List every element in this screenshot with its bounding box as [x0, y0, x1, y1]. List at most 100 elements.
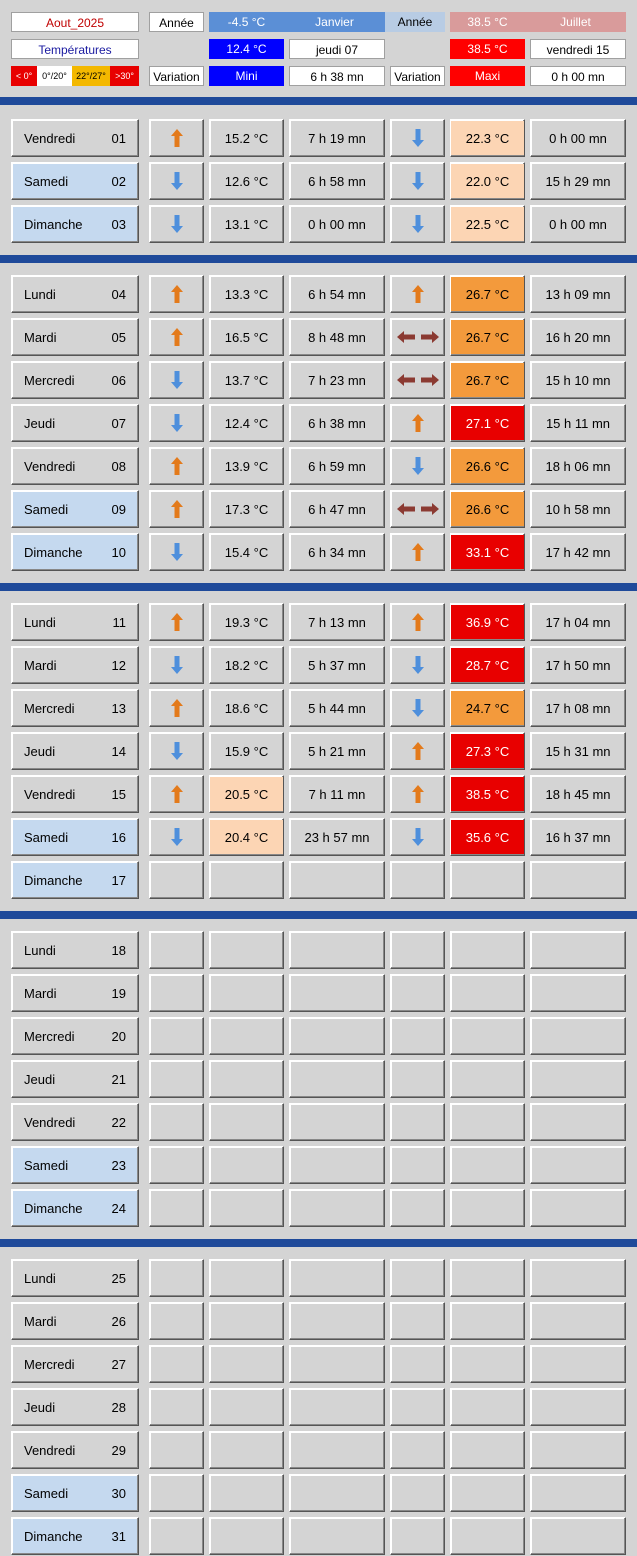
min-temp-cell: 18.2 °C [209, 646, 284, 684]
temp-value: 38.5 °C [451, 777, 524, 811]
min-time-cell: 5 h 44 mn [289, 689, 385, 727]
min-time-cell: 6 h 38 mn [289, 404, 385, 442]
arrow-down-icon [170, 543, 183, 561]
week-separator [0, 255, 637, 263]
max-variation-cell [390, 1060, 445, 1098]
max-temp-cell: 26.6 °C [450, 447, 525, 485]
arrow-down-icon [170, 172, 183, 190]
max-time-cell: 15 h 29 mn [530, 162, 626, 200]
max-time-cell: 16 h 20 mn [530, 318, 626, 356]
time-value: 18 h 06 mn [545, 458, 611, 474]
arrow-up-icon [170, 129, 183, 147]
min-temp-cell [209, 1431, 284, 1469]
max-time-cell [530, 1060, 626, 1098]
max-variation-cell [390, 1517, 445, 1555]
day-cell: Lundi 11 [11, 603, 139, 641]
day-cell: Mardi 12 [11, 646, 139, 684]
time-value: 15 h 10 mn [545, 372, 611, 388]
day-name: Dimanche [24, 1200, 83, 1216]
max-variation-cell [390, 1146, 445, 1184]
temp-value: 15.4 °C [224, 544, 269, 560]
min-time-cell: 6 h 54 mn [289, 275, 385, 313]
day-cell: Lundi 25 [11, 1259, 139, 1297]
table-row: Mardi 12 18.2 °C 5 h 37 mn 28.7 °C 17 h 50 mn [0, 646, 637, 684]
temp-value: 13.9 °C [224, 458, 269, 474]
header-panel: Aout_2025 Année -4.5 °C Janvier Année 38… [0, 0, 637, 97]
min-variation-cell [149, 974, 204, 1012]
table-row: Samedi 30 [0, 1474, 637, 1512]
max-time-cell: 18 h 45 mn [530, 775, 626, 813]
day-name: Samedi [24, 1157, 69, 1173]
table-row: Samedi 16 20.4 °C 23 h 57 mn 35.6 °C 16 h 37 … [0, 818, 637, 856]
day-cell: Mercredi 06 [11, 361, 139, 399]
arrow-up-icon [170, 699, 183, 717]
min-temp-cell: 15.4 °C [209, 533, 284, 571]
day-cell: Mardi 26 [11, 1302, 139, 1340]
min-variation-cell [149, 931, 204, 969]
max-time-cell [530, 1388, 626, 1426]
max-variation-cell [390, 1431, 445, 1469]
day-cell: Lundi 18 [11, 931, 139, 969]
min-time-cell [289, 1302, 385, 1340]
arrow-up-icon [411, 414, 424, 432]
min-variation-cell [149, 162, 204, 200]
min-variation-cell [149, 275, 204, 313]
max-temp-cell: 35.6 °C [450, 818, 525, 856]
day-cell: Mercredi 13 [11, 689, 139, 727]
mini-time: 6 h 38 mn [289, 66, 385, 86]
max-temp-cell [450, 1060, 525, 1098]
temp-value: 15.9 °C [224, 743, 269, 759]
table-row: Samedi 09 17.3 °C 6 h 47 mn 26.6 °C 10 h 58 m… [0, 490, 637, 528]
day-cell: Jeudi 07 [11, 404, 139, 442]
day-name: Mardi [24, 985, 57, 1001]
max-time-cell: 15 h 31 mn [530, 732, 626, 770]
day-number: 01 [111, 130, 126, 146]
time-value: 6 h 54 mn [308, 286, 366, 302]
max-variation-cell [390, 1345, 445, 1383]
min-variation-cell [149, 1189, 204, 1227]
max-temp-cell: 24.7 °C [450, 689, 525, 727]
temp-value: 13.7 °C [224, 372, 269, 388]
table-row: Mercredi 27 [0, 1345, 637, 1383]
max-variation-cell [390, 1103, 445, 1141]
week-separator [0, 1239, 637, 1247]
day-cell: Jeudi 21 [11, 1060, 139, 1098]
min-variation-cell [149, 1103, 204, 1141]
day-number: 19 [111, 985, 126, 1001]
time-value: 8 h 48 mn [308, 329, 366, 345]
day-number: 21 [111, 1071, 126, 1087]
temp-value: 13.1 °C [224, 216, 269, 232]
day-name: Mercredi [24, 700, 75, 716]
day-number: 15 [111, 786, 126, 802]
arrow-down-icon [170, 742, 183, 760]
arrow-down-icon [411, 457, 424, 475]
min-time-cell: 6 h 34 mn [289, 533, 385, 571]
time-value: 17 h 08 mn [545, 700, 611, 716]
min-time-cell: 23 h 57 mn [289, 818, 385, 856]
min-variation-cell [149, 732, 204, 770]
max-time-cell: 15 h 11 mn [530, 404, 626, 442]
max-time-cell: 17 h 04 mn [530, 603, 626, 641]
day-cell: Dimanche 17 [11, 861, 139, 899]
min-variation-cell [149, 603, 204, 641]
temp-value: 15.2 °C [224, 130, 269, 146]
table-row: Mardi 05 16.5 °C 8 h 48 mn 26.7 °C 16 h 20 mn [0, 318, 637, 356]
table-row: Vendredi 29 [0, 1431, 637, 1469]
temp-value: 36.9 °C [451, 605, 524, 639]
day-name: Jeudi [24, 1399, 56, 1415]
day-number: 20 [111, 1028, 126, 1044]
min-temp-cell [209, 931, 284, 969]
max-time-cell: 10 h 58 mn [530, 490, 626, 528]
time-value: 17 h 42 mn [545, 544, 611, 560]
day-cell: Vendredi 29 [11, 1431, 139, 1469]
max-variation-cell [390, 1302, 445, 1340]
min-temp-cell [209, 1060, 284, 1098]
table-row: Dimanche 17 [0, 861, 637, 899]
table-row: Vendredi 15 20.5 °C 7 h 11 mn 38.5 °C 18 h 45… [0, 775, 637, 813]
temp-value: 33.1 °C [451, 535, 524, 569]
max-time-cell: 13 h 09 mn [530, 275, 626, 313]
max-variation-cell [390, 974, 445, 1012]
day-cell: Mardi 19 [11, 974, 139, 1012]
day-cell: Samedi 30 [11, 1474, 139, 1512]
day-cell: Mardi 05 [11, 318, 139, 356]
